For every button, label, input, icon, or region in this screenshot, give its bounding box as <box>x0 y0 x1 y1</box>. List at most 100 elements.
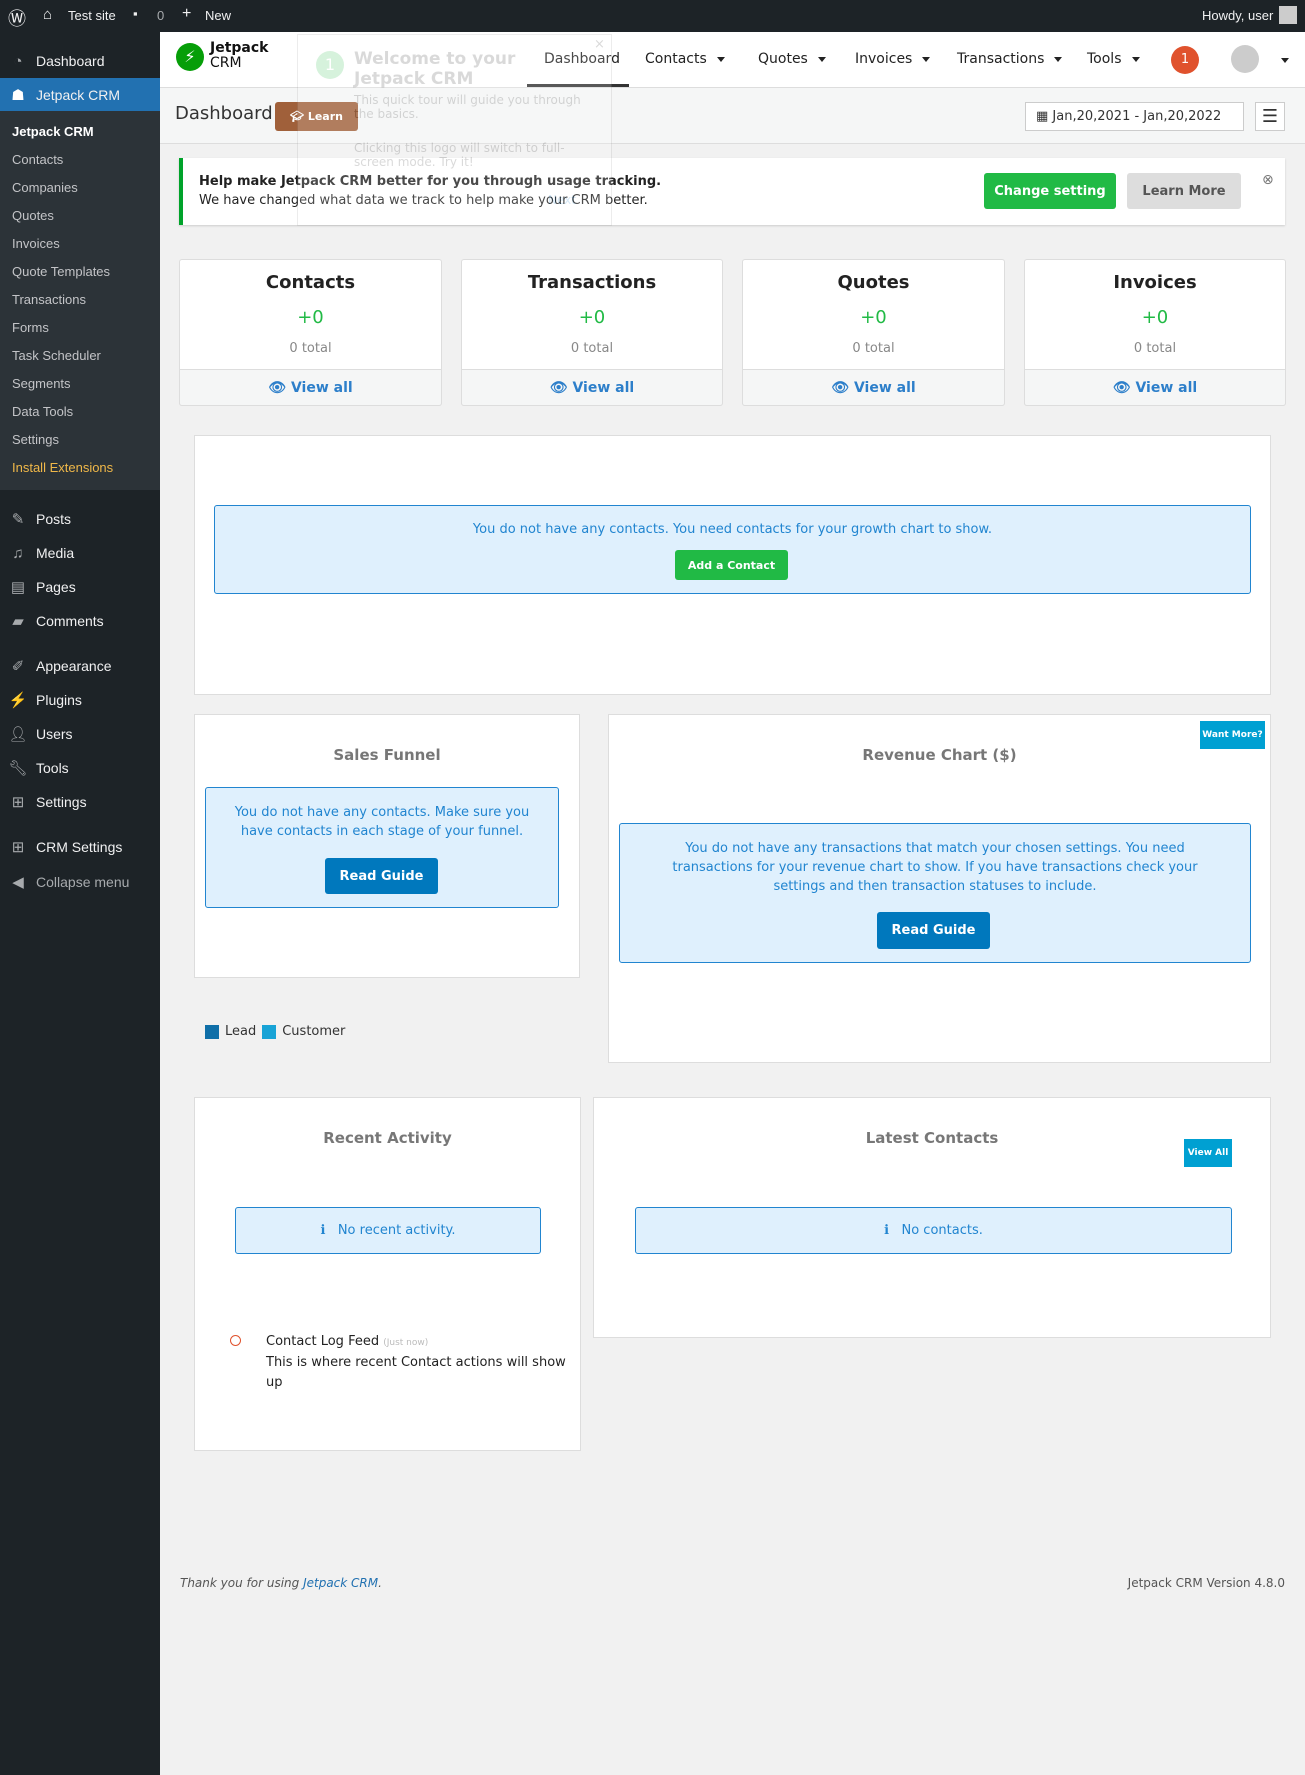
submenu-task-scheduler[interactable]: Task Scheduler <box>12 348 101 363</box>
stat-card-quotes: Quotes +0 0 total 👁︎ View all <box>742 259 1005 406</box>
user-icon: 👤︎ <box>8 726 28 743</box>
comments-count[interactable]: 0 <box>157 8 164 23</box>
wordpress-logo-icon[interactable]: Ⓦ <box>8 5 26 31</box>
nav-quotes[interactable]: Quotes <box>758 51 826 67</box>
add-contact-button[interactable]: Add a Contact <box>675 550 788 580</box>
recent-activity-panel: Recent Activity ℹ No recent activity. Co… <box>194 1097 581 1451</box>
collapse-menu-button[interactable]: ◀ Collapse menu <box>0 865 160 899</box>
submenu-settings[interactable]: Settings <box>12 432 59 447</box>
notification-badge[interactable]: 1 <box>1171 46 1199 74</box>
tour-popup: 1 Welcome to your Jetpack CRM This quick… <box>297 34 612 226</box>
info-icon: ℹ <box>884 1223 902 1238</box>
growth-empty-alert: You do not have any contacts. You need c… <box>214 505 1251 594</box>
logo-text: Jetpack CRM <box>210 40 269 71</box>
calendar-icon: ▦ <box>1036 109 1053 124</box>
feed-item: Contact Log Feed (Just now) This is wher… <box>266 1334 566 1390</box>
view-all-transactions-link[interactable]: 👁︎ View all <box>461 369 723 406</box>
sidebar-item-settings[interactable]: ⊞ Settings <box>0 785 160 819</box>
eye-icon: 👁︎ <box>268 379 291 396</box>
close-icon[interactable]: × <box>594 37 605 52</box>
sidebar-item-media[interactable]: ♫ Media <box>0 536 160 570</box>
funnel-read-guide-button[interactable]: Read Guide <box>325 858 438 894</box>
learn-more-button[interactable]: Learn More <box>1127 173 1241 209</box>
nav-contacts[interactable]: Contacts <box>645 51 725 67</box>
sales-funnel-title: Sales Funnel <box>333 746 441 764</box>
eye-icon: 👁︎ <box>831 379 854 396</box>
view-all-contacts-button[interactable]: View All <box>1184 1139 1232 1167</box>
chevron-down-icon <box>922 56 931 62</box>
users-group-icon: ☗ <box>11 86 25 104</box>
submenu-transactions[interactable]: Transactions <box>12 292 86 307</box>
sales-funnel-panel: Sales Funnel You do not have any contact… <box>194 714 580 978</box>
no-contacts-alert: ℹ No contacts. <box>635 1207 1232 1254</box>
pages-icon: ▤ <box>10 579 26 596</box>
chevron-down-icon <box>716 56 725 62</box>
submenu-segments[interactable]: Segments <box>12 376 71 391</box>
wp-admin-bar: Ⓦ ⌂ Test site ▪ 0 + New Howdy, user <box>0 0 1305 32</box>
sidebar-item-appearance[interactable]: ✐ Appearance <box>0 649 160 683</box>
dismiss-icon[interactable]: ⊗ <box>1262 172 1274 188</box>
submenu-quote-templates[interactable]: Quote Templates <box>12 264 110 279</box>
sidebar-item-users[interactable]: 👤︎ Users <box>0 717 160 751</box>
submenu-forms[interactable]: Forms <box>12 320 49 335</box>
filter-settings-button[interactable]: ☰ <box>1255 102 1285 131</box>
view-all-invoices-link[interactable]: 👁︎ View all <box>1024 369 1286 406</box>
crm-submenu: Jetpack CRM Contacts Companies Quotes In… <box>0 111 160 490</box>
recent-activity-title: Recent Activity <box>323 1129 452 1147</box>
sidebar-item-pages[interactable]: ▤ Pages <box>0 570 160 604</box>
sidebar-item-posts[interactable]: ✎ Posts <box>0 502 160 536</box>
legend-swatch-lead <box>205 1024 219 1039</box>
site-link[interactable]: Test site <box>68 8 116 23</box>
date-range-picker[interactable]: ▦ Jan,20,2021 - Jan,20,2022 <box>1025 102 1244 131</box>
nav-invoices[interactable]: Invoices <box>855 51 931 67</box>
user-avatar-icon[interactable] <box>1231 45 1259 73</box>
submenu-companies[interactable]: Companies <box>12 180 78 195</box>
tour-step-number: 1 <box>316 51 344 79</box>
eye-icon: 👁︎ <box>1112 379 1136 396</box>
howdy-user[interactable]: Howdy, user <box>1202 8 1273 23</box>
tour-text-2: Clicking this logo will switch to full-s… <box>354 141 565 169</box>
stat-card-contacts: Contacts +0 0 total 👁︎ View all <box>179 259 442 406</box>
new-link[interactable]: New <box>205 8 231 23</box>
submenu-contacts[interactable]: Contacts <box>12 152 63 167</box>
submenu-invoices[interactable]: Invoices <box>12 236 60 251</box>
revenue-read-guide-button[interactable]: Read Guide <box>877 912 990 949</box>
sidebar-item-comments[interactable]: ▰ Comments <box>0 604 160 638</box>
chevron-down-icon <box>1054 56 1063 62</box>
pin-icon: ✎ <box>11 511 25 528</box>
no-activity-alert: ℹ No recent activity. <box>235 1207 541 1254</box>
wrench-icon: 🔧︎ <box>8 760 28 777</box>
sidebar-item-dashboard[interactable]: ◔ Dashboard <box>0 41 160 81</box>
tour-next-button[interactable]: Next <box>548 193 576 207</box>
user-avatar-icon[interactable] <box>1279 6 1297 24</box>
change-setting-button[interactable]: Change setting <box>984 173 1116 209</box>
nav-tools[interactable]: Tools <box>1087 51 1140 67</box>
nav-transactions[interactable]: Transactions <box>957 51 1063 67</box>
sidebar-item-crm-settings[interactable]: ⊞ CRM Settings <box>0 830 160 864</box>
chevron-down-icon <box>1131 56 1140 62</box>
submenu-install-extensions[interactable]: Install Extensions <box>12 460 113 475</box>
eye-icon: 👁︎ <box>549 379 573 396</box>
comment-icon: ▰ <box>12 613 24 630</box>
want-more-button[interactable]: Want More? <box>1200 721 1265 749</box>
user-menu-chevron-icon[interactable] <box>1281 58 1289 63</box>
funnel-legend: Lead Customer <box>205 1024 345 1039</box>
sidebar-item-tools[interactable]: 🔧︎ Tools <box>0 751 160 785</box>
sidebar-item-jetpack-crm[interactable]: ☗ Jetpack CRM <box>0 78 160 111</box>
home-icon: ⌂ <box>43 6 53 23</box>
sidebar-item-plugins[interactable]: ⚡ Plugins <box>0 683 160 717</box>
submenu-jetpack-crm[interactable]: Jetpack CRM <box>12 124 94 139</box>
stat-card-transactions: Transactions +0 0 total 👁︎ View all <box>461 259 723 406</box>
sliders-icon: ☰ <box>1261 106 1279 127</box>
admin-sidebar: ◔ Dashboard ☗ Jetpack CRM Jetpack CRM Cont… <box>0 32 160 1775</box>
revenue-chart-panel: Revenue Chart ($) Want More? You do not … <box>608 714 1271 1063</box>
submenu-quotes[interactable]: Quotes <box>12 208 54 223</box>
view-all-contacts-link[interactable]: 👁︎ View all <box>179 369 442 406</box>
view-all-quotes-link[interactable]: 👁︎ View all <box>742 369 1005 406</box>
submenu-data-tools[interactable]: Data Tools <box>12 404 73 419</box>
footer-jetpack-link[interactable]: Jetpack CRM <box>303 1576 378 1590</box>
plug-icon: ⚡ <box>8 692 28 709</box>
footer-version: Jetpack CRM Version 4.8.0 <box>1127 1576 1285 1590</box>
settings-sliders-icon: ⊞ <box>11 839 25 856</box>
jetpack-logo-icon[interactable]: ⚡ <box>176 43 204 71</box>
